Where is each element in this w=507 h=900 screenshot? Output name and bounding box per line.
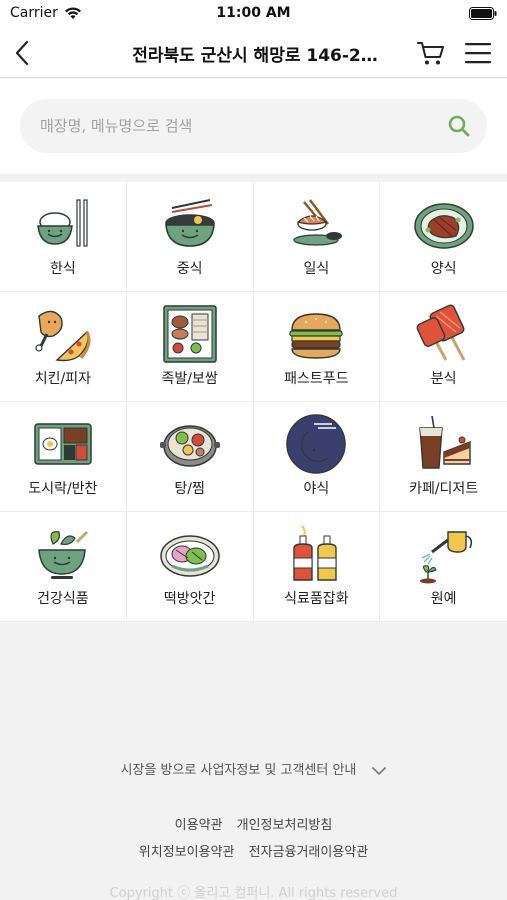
category-label: 원예 bbox=[430, 591, 457, 607]
rice-bowl-icon bbox=[37, 199, 88, 247]
rice-cake-icon bbox=[159, 535, 220, 577]
noodle-bowl-icon bbox=[164, 199, 215, 247]
category-label: 중식 bbox=[176, 261, 203, 277]
category-label: 도시락/반찬 bbox=[28, 481, 98, 497]
category-label: 양식 bbox=[430, 261, 457, 277]
sushi-icon bbox=[293, 199, 343, 246]
category-label: 식료품잡화 bbox=[284, 591, 349, 607]
chicken-pizza-icon bbox=[35, 310, 91, 362]
sauce-bottles-icon bbox=[293, 525, 338, 581]
category-cafe-dessert[interactable]: 카페/디저트 bbox=[380, 402, 507, 512]
category-health-food[interactable]: 건강식품 bbox=[0, 512, 127, 622]
category-fastfood[interactable]: 패스트푸드 bbox=[253, 292, 381, 402]
category-japanese[interactable]: 일식 bbox=[253, 182, 381, 292]
category-label: 떡방앗간 bbox=[163, 591, 216, 607]
moon-icon bbox=[286, 414, 347, 474]
pork-box-icon bbox=[162, 305, 217, 363]
copyright: Copyright ⓒ 올리고 컴퍼니. All rights reserved bbox=[109, 886, 398, 900]
category-grid: 한식 중식 일식 양식 치킨/피자 족발/보쌈 패스트푸드 분식 도시락/반찬 … bbox=[0, 182, 507, 622]
category-stew[interactable]: 탕/찜 bbox=[126, 402, 254, 512]
address-title[interactable]: 전라북도 군산시 해망로 146-2… bbox=[130, 41, 380, 66]
burger-icon bbox=[289, 313, 343, 359]
category-groceries[interactable]: 식료품잡화 bbox=[253, 512, 381, 622]
privacy-link[interactable]: 개인정보처리방침 bbox=[237, 818, 333, 833]
coffee-cake-icon bbox=[418, 415, 471, 469]
footer-links-row1: 이용약관 개인정보처리방침 bbox=[0, 814, 507, 833]
location-terms-link[interactable]: 위치정보이용약관 bbox=[139, 845, 235, 860]
category-label: 족발/보쌈 bbox=[161, 371, 218, 387]
back-arrow-icon[interactable] bbox=[8, 38, 38, 68]
cart-icon[interactable] bbox=[416, 38, 446, 68]
status-bar: Carrier 11:00 AM bbox=[0, 0, 507, 28]
search-bar[interactable] bbox=[20, 99, 487, 153]
category-label: 치킨/피자 bbox=[34, 371, 91, 387]
category-chinese[interactable]: 중식 bbox=[126, 182, 254, 292]
skewer-icon bbox=[416, 304, 465, 361]
search-input[interactable] bbox=[40, 99, 420, 153]
healthy-bowl-icon bbox=[38, 530, 88, 579]
nav-bar: 전라북도 군산시 해망로 146-2… bbox=[0, 28, 507, 78]
search-icon[interactable] bbox=[447, 114, 471, 138]
search-section bbox=[0, 79, 507, 174]
chevron-down-icon bbox=[371, 766, 386, 775]
footer-links-row2: 위치정보이용약관 전자금융거래이용약관 bbox=[0, 841, 507, 860]
category-lunchbox[interactable]: 도시락/반찬 bbox=[0, 402, 127, 512]
category-label: 한식 bbox=[49, 261, 76, 277]
hotpot-icon bbox=[159, 425, 220, 467]
category-label: 야식 bbox=[303, 481, 330, 497]
watering-can-icon bbox=[419, 531, 472, 584]
hamburger-menu-icon[interactable] bbox=[463, 39, 493, 67]
business-info-toggle[interactable]: 시장을 방으로 사업자정보 및 고객센터 안내 bbox=[0, 759, 507, 778]
category-rice-cake[interactable]: 떡방앗간 bbox=[126, 512, 254, 622]
category-bunsik[interactable]: 분식 bbox=[380, 292, 507, 402]
lunchbox-icon bbox=[34, 423, 92, 465]
category-chicken-pizza[interactable]: 치킨/피자 bbox=[0, 292, 127, 402]
category-label: 카페/디저트 bbox=[409, 481, 479, 497]
category-western[interactable]: 양식 bbox=[380, 182, 507, 292]
finance-terms-link[interactable]: 전자금융거래이용약관 bbox=[249, 845, 369, 860]
category-late-night[interactable]: 야식 bbox=[253, 402, 381, 512]
status-time: 11:00 AM bbox=[216, 5, 291, 21]
battery-icon bbox=[469, 7, 497, 20]
category-label: 탕/찜 bbox=[174, 481, 205, 497]
category-gardening[interactable]: 원예 bbox=[380, 512, 507, 622]
category-jokbal-bossam[interactable]: 족발/보쌈 bbox=[126, 292, 254, 402]
category-label: 일식 bbox=[303, 261, 330, 277]
category-label: 분식 bbox=[430, 371, 457, 387]
terms-link[interactable]: 이용약관 bbox=[175, 818, 223, 833]
business-info-label: 시장을 방으로 사업자정보 및 고객센터 안내 bbox=[120, 763, 357, 778]
category-label: 패스트푸드 bbox=[284, 371, 349, 387]
steak-icon bbox=[413, 203, 474, 249]
category-korean[interactable]: 한식 bbox=[0, 182, 127, 292]
category-label: 건강식품 bbox=[37, 591, 89, 607]
